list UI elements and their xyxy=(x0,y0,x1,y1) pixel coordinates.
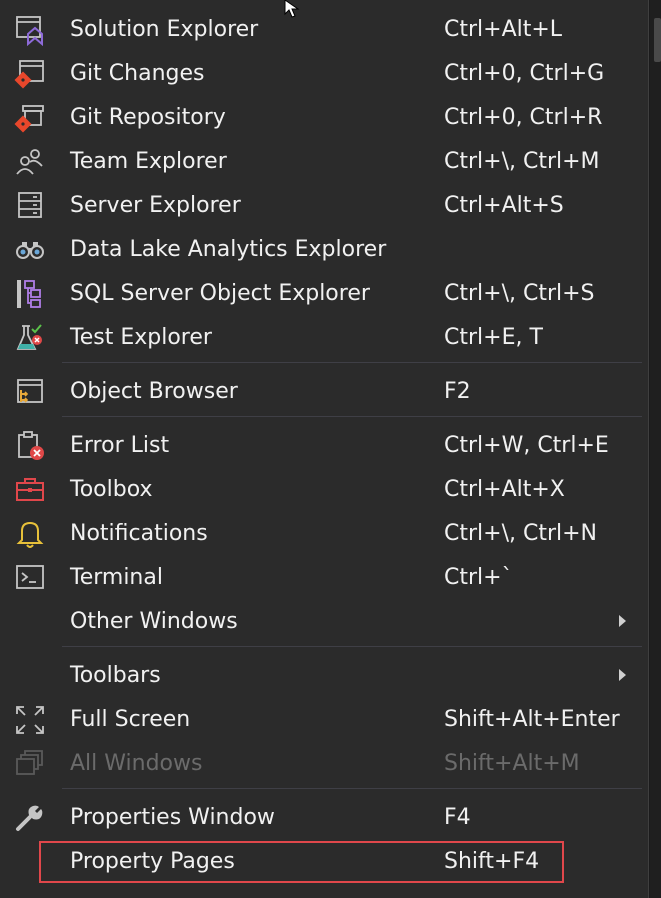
menu-item-shortcut: Ctrl+0, Ctrl+R xyxy=(444,105,603,130)
menu-item-object-browser[interactable]: Object Browser F2 xyxy=(0,370,648,414)
scrollbar[interactable] xyxy=(650,0,661,898)
menu-item-data-lake-analytics-explorer[interactable]: Data Lake Analytics Explorer xyxy=(0,228,648,272)
team-explorer-icon xyxy=(14,146,46,178)
menu-item-notifications[interactable]: Notifications Ctrl+\, Ctrl+N xyxy=(0,512,648,556)
menu-item-shortcut: Ctrl+W, Ctrl+E xyxy=(444,433,609,458)
menu-item-label: SQL Server Object Explorer xyxy=(70,281,370,306)
menu-item-label: Terminal xyxy=(70,565,163,590)
test-explorer-icon xyxy=(14,322,46,354)
object-browser-icon xyxy=(14,376,46,408)
menu-item-solution-explorer[interactable]: Solution Explorer Ctrl+Alt+L xyxy=(0,8,648,52)
menu-item-other-windows[interactable]: Other Windows xyxy=(0,600,648,644)
menu-item-shortcut: Ctrl+E, T xyxy=(444,325,543,350)
menu-item-label: Object Browser xyxy=(70,379,238,404)
menu-item-label: Data Lake Analytics Explorer xyxy=(70,237,387,262)
submenu-arrow-icon xyxy=(619,669,626,681)
server-explorer-icon xyxy=(14,190,46,222)
menu-item-git-repository[interactable]: Git Repository Ctrl+0, Ctrl+R xyxy=(0,96,648,140)
highlight-annotation xyxy=(39,841,564,883)
bell-icon xyxy=(14,518,46,550)
menu-item-all-windows: All Windows Shift+Alt+M xyxy=(0,742,648,786)
menu-item-properties-window[interactable]: Properties Window F4 xyxy=(0,796,648,840)
git-repository-icon xyxy=(14,102,46,134)
menu-separator xyxy=(62,362,642,363)
submenu-arrow-icon xyxy=(619,615,626,627)
menu-item-shortcut: Shift+Alt+Enter xyxy=(444,707,620,732)
toolbox-icon xyxy=(14,474,46,506)
menu-item-test-explorer[interactable]: Test Explorer Ctrl+E, T xyxy=(0,316,648,360)
menu-item-team-explorer[interactable]: Team Explorer Ctrl+\, Ctrl+M xyxy=(0,140,648,184)
menu-item-toolbars[interactable]: Toolbars xyxy=(0,654,648,698)
menu-item-sql-server-object-explorer[interactable]: SQL Server Object Explorer Ctrl+\, Ctrl+… xyxy=(0,272,648,316)
menu-item-git-changes[interactable]: Git Changes Ctrl+0, Ctrl+G xyxy=(0,52,648,96)
menu-item-full-screen[interactable]: Full Screen Shift+Alt+Enter xyxy=(0,698,648,742)
menu-item-label: Git Repository xyxy=(70,105,226,130)
menu-item-shortcut: Ctrl+\, Ctrl+M xyxy=(444,149,600,174)
menu-item-shortcut: Ctrl+Alt+X xyxy=(444,477,565,502)
menu-item-label: Other Windows xyxy=(70,609,238,634)
menu-item-shortcut: F4 xyxy=(444,805,471,830)
menu-separator xyxy=(62,646,642,647)
error-list-icon xyxy=(14,430,46,462)
menu-item-label: Solution Explorer xyxy=(70,17,259,42)
menu-item-label: Notifications xyxy=(70,521,208,546)
menu-item-shortcut: Ctrl+\, Ctrl+N xyxy=(444,521,598,546)
menu-item-label: Test Explorer xyxy=(70,325,212,350)
full-screen-icon xyxy=(14,704,46,736)
menu-item-server-explorer[interactable]: Server Explorer Ctrl+Alt+S xyxy=(0,184,648,228)
binoculars-icon xyxy=(14,234,46,266)
menu-item-terminal[interactable]: Terminal Ctrl+` xyxy=(0,556,648,600)
menu-separator xyxy=(62,788,642,789)
menu-item-shortcut: Ctrl+0, Ctrl+G xyxy=(444,61,605,86)
sql-object-explorer-icon xyxy=(14,278,46,310)
menu-item-label: Toolbox xyxy=(70,477,153,502)
scrollbar-thumb[interactable] xyxy=(654,18,661,62)
menu-item-shortcut: F2 xyxy=(444,379,471,404)
menu-item-label: All Windows xyxy=(70,751,203,776)
menu-item-label: Server Explorer xyxy=(70,193,241,218)
view-menu: Solution Explorer Ctrl+Alt+L Git Changes… xyxy=(0,0,649,898)
wrench-icon xyxy=(14,802,46,834)
menu-separator xyxy=(62,416,642,417)
menu-item-toolbox[interactable]: Toolbox Ctrl+Alt+X xyxy=(0,468,648,512)
menu-item-shortcut: Shift+Alt+M xyxy=(444,751,580,776)
solution-explorer-icon xyxy=(14,14,46,47)
menu-item-label: Git Changes xyxy=(70,61,205,86)
menu-item-shortcut: Ctrl+\, Ctrl+S xyxy=(444,281,595,306)
menu-item-label: Team Explorer xyxy=(70,149,227,174)
menu-item-label: Error List xyxy=(70,433,170,458)
terminal-icon xyxy=(14,562,46,594)
menu-item-shortcut: Ctrl+Alt+S xyxy=(444,193,564,218)
menu-item-shortcut: Ctrl+` xyxy=(444,565,513,590)
menu-item-label: Full Screen xyxy=(70,707,191,732)
all-windows-icon xyxy=(14,748,46,780)
menu-item-shortcut: Ctrl+Alt+L xyxy=(444,17,563,42)
menu-item-label: Properties Window xyxy=(70,805,275,830)
menu-item-label: Toolbars xyxy=(70,663,161,688)
git-changes-icon xyxy=(14,58,46,90)
menu-item-error-list[interactable]: Error List Ctrl+W, Ctrl+E xyxy=(0,424,648,468)
mouse-cursor-icon xyxy=(284,0,308,22)
